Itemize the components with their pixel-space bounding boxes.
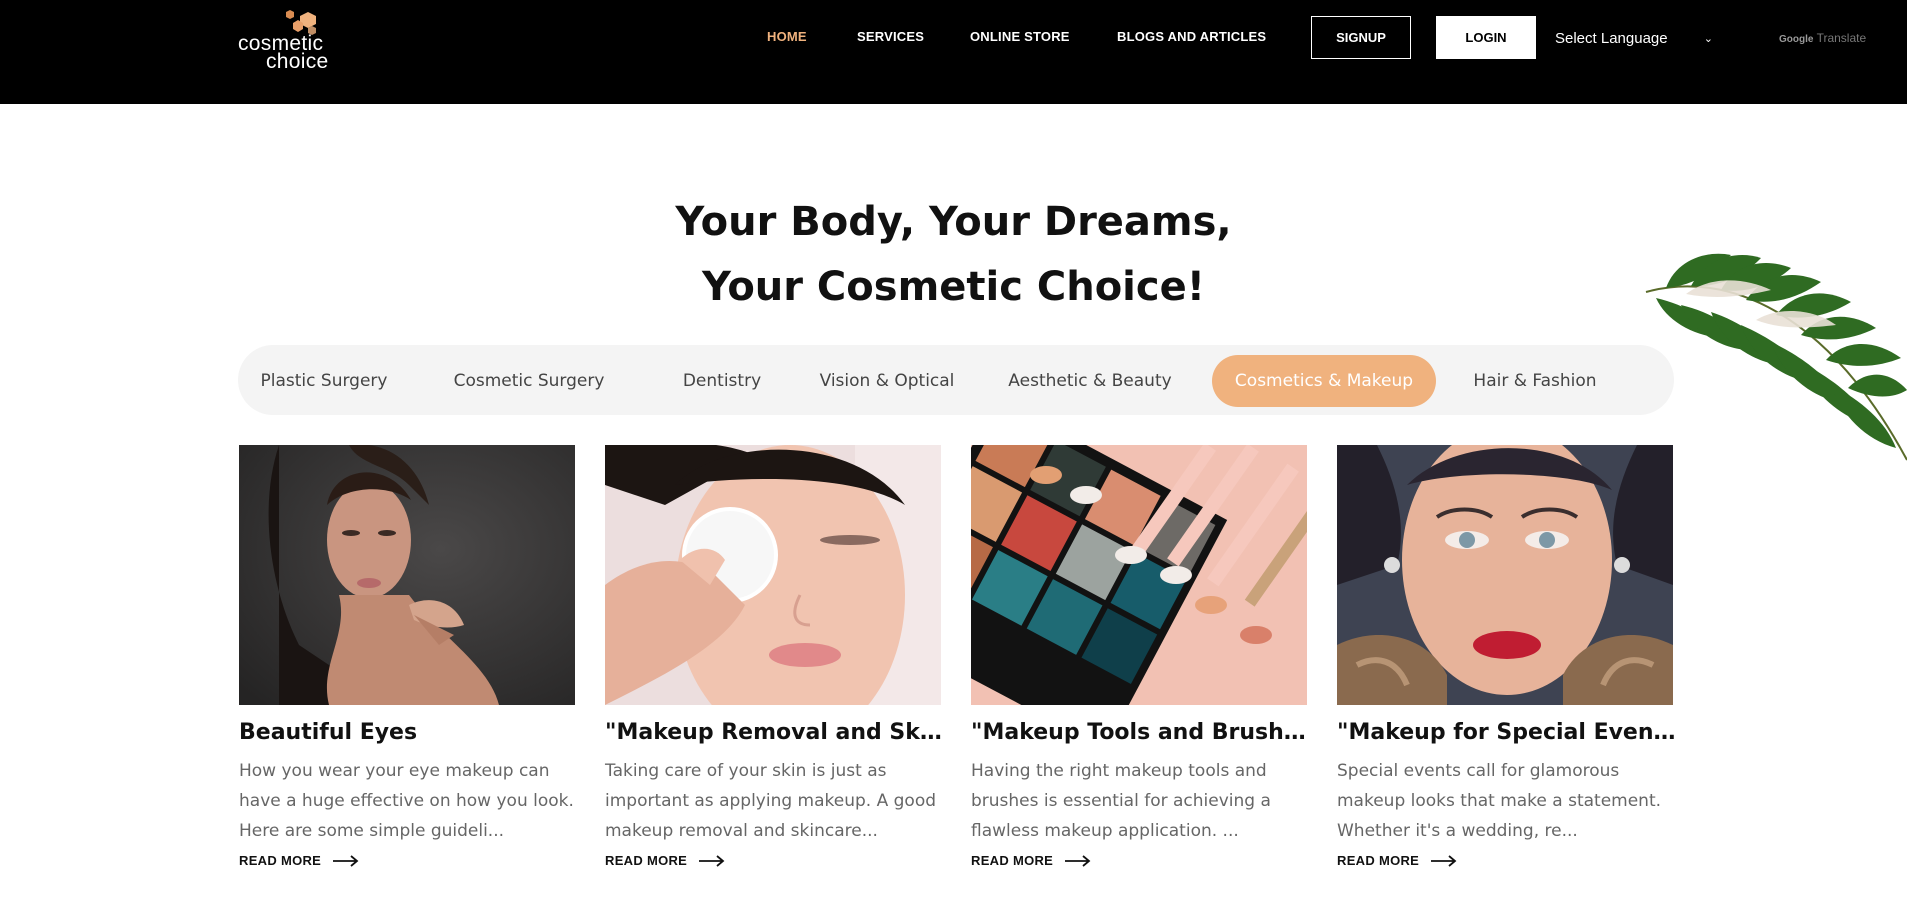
language-select-value: Select Language: [1555, 29, 1668, 47]
brand-logo[interactable]: cosmetic choice: [238, 10, 338, 73]
article-image-makeup-tools[interactable]: [971, 445, 1307, 705]
google-brand-text: Google: [1779, 34, 1814, 45]
translate-text: Translate: [1816, 31, 1867, 45]
login-button[interactable]: LOGIN: [1436, 16, 1536, 59]
article-image-beautiful-eyes[interactable]: [239, 445, 575, 705]
article-card: Beautiful Eyes How you wear your eye mak…: [239, 445, 575, 868]
article-title[interactable]: "Makeup for Special Events:...: [1337, 720, 1677, 745]
tab-vision-optical[interactable]: Vision & Optical: [812, 355, 962, 407]
article-excerpt: Special events call for glamorous makeup…: [1337, 761, 1662, 841]
language-select[interactable]: Select Language ⌄: [1555, 27, 1713, 49]
nav-online-store[interactable]: ONLINE STORE: [970, 29, 1070, 44]
top-navbar: cosmetic choice HOME SERVICES ONLINE STO…: [0, 0, 1907, 104]
logo-text-line2: choice: [266, 50, 329, 73]
read-more-label: READ MORE: [1337, 853, 1420, 868]
tab-aesthetic-beauty[interactable]: Aesthetic & Beauty: [1005, 355, 1175, 407]
read-more-link[interactable]: READ MORE: [971, 853, 1091, 868]
article-title[interactable]: "Makeup Removal and Skin...: [605, 720, 945, 745]
category-tabs: Plastic Surgery Cosmetic Surgery Dentist…: [238, 345, 1674, 415]
arrow-right-icon: [333, 854, 359, 867]
read-more-label: READ MORE: [605, 853, 688, 868]
article-image-special-events[interactable]: [1337, 445, 1673, 705]
article-card: "Makeup Removal and Skin... Taking care …: [605, 445, 945, 868]
google-translate-badge[interactable]: Google Translate: [1779, 31, 1866, 45]
article-card: "Makeup Tools and Brushes:... Having the…: [971, 445, 1311, 868]
read-more-link[interactable]: READ MORE: [239, 853, 359, 868]
read-more-link[interactable]: READ MORE: [605, 853, 725, 868]
article-image-makeup-removal[interactable]: [605, 445, 941, 705]
article-title[interactable]: "Makeup Tools and Brushes:...: [971, 720, 1311, 745]
arrow-right-icon: [1431, 854, 1457, 867]
tab-dentistry[interactable]: Dentistry: [672, 355, 772, 407]
chevron-down-icon: ⌄: [1703, 32, 1713, 45]
read-more-label: READ MORE: [239, 853, 322, 868]
hero-line-2: Your Cosmetic Choice!: [702, 264, 1205, 310]
nav-blogs-articles[interactable]: BLOGS AND ARTICLES: [1117, 29, 1266, 44]
palm-leaf-decoration: [1645, 253, 1907, 461]
signup-button[interactable]: SIGNUP: [1311, 16, 1411, 59]
tab-cosmetic-surgery[interactable]: Cosmetic Surgery: [449, 355, 609, 407]
read-more-label: READ MORE: [971, 853, 1054, 868]
nav-home[interactable]: HOME: [767, 29, 807, 44]
article-card: "Makeup for Special Events:... Special e…: [1337, 445, 1677, 868]
tab-plastic-surgery[interactable]: Plastic Surgery: [256, 355, 392, 407]
read-more-link[interactable]: READ MORE: [1337, 853, 1457, 868]
tab-cosmetics-makeup[interactable]: Cosmetics & Makeup: [1212, 355, 1436, 407]
arrow-right-icon: [699, 854, 725, 867]
article-excerpt: Having the right makeup tools and brushe…: [971, 761, 1271, 841]
article-excerpt: Taking care of your skin is just as impo…: [605, 761, 937, 841]
hero-line-1: Your Body, Your Dreams,: [675, 199, 1232, 245]
arrow-right-icon: [1065, 854, 1091, 867]
nav-services[interactable]: SERVICES: [857, 29, 924, 44]
article-title[interactable]: Beautiful Eyes: [239, 720, 579, 745]
tab-hair-fashion[interactable]: Hair & Fashion: [1465, 355, 1605, 407]
hero-heading: Your Body, Your Dreams, Your Cosmetic Ch…: [0, 190, 1907, 320]
article-excerpt: How you wear your eye makeup can have a …: [239, 761, 574, 841]
